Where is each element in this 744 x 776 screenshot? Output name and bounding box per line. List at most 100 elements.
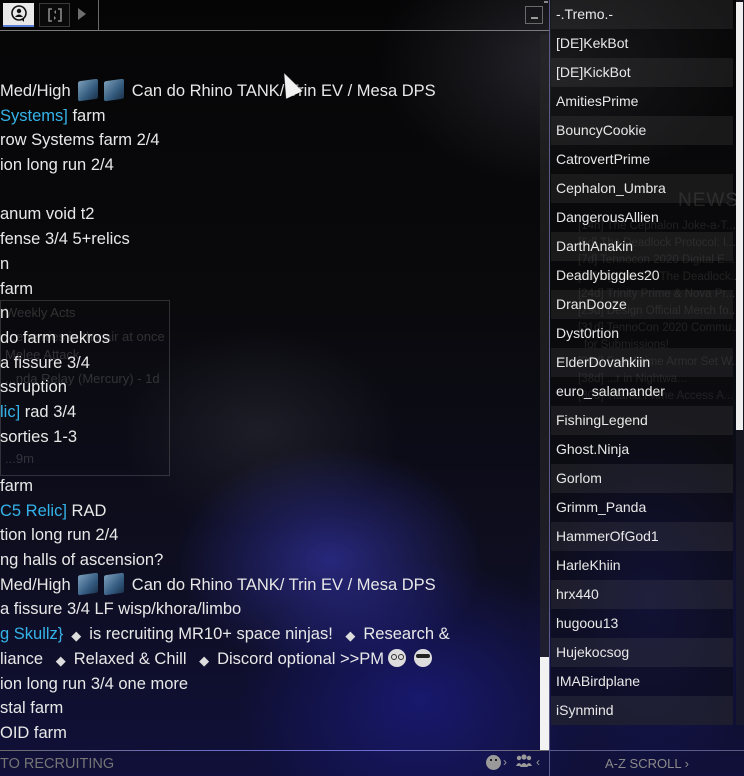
message-text: farm xyxy=(0,279,33,298)
message-text: OID farm xyxy=(0,723,67,742)
chat-message: ion long run 2/4 xyxy=(0,153,540,178)
tabs-scroll-right-icon[interactable] xyxy=(78,8,86,20)
chat-tab-bar xyxy=(0,0,549,31)
chat-message: tion long run 2/4 xyxy=(0,523,540,548)
message-text: farm xyxy=(67,106,106,125)
clan-emblem-icon: ◆ xyxy=(345,628,356,644)
player-list-item[interactable]: HarleKhiin xyxy=(551,551,733,580)
player-list-item[interactable]: DarthAnakin xyxy=(551,232,733,261)
chat-scrollbar[interactable] xyxy=(540,34,549,750)
player-list-item[interactable]: Hujekocsog xyxy=(551,638,733,667)
chat-message: row Systems farm 2/4 xyxy=(0,128,540,153)
player-list-item[interactable]: euro_salamander xyxy=(551,377,733,406)
chat-message: n xyxy=(0,301,540,326)
message-text: Med/High xyxy=(0,575,76,594)
player-list-item[interactable]: Gorlom xyxy=(551,464,733,493)
message-text: a fissure 3/4 xyxy=(0,353,90,372)
player-list-item[interactable]: BouncyCookie xyxy=(551,116,733,145)
message-text: anum void t2 xyxy=(0,205,95,224)
message-text: is recruiting MR10+ space ninjas! xyxy=(89,625,338,644)
chat-message: Med/High Can do Rhino TANK/ Trin EV / Me… xyxy=(0,572,540,598)
chat-input[interactable] xyxy=(0,752,470,776)
mastery-rank-icon xyxy=(104,572,125,596)
item-link[interactable]: Systems] xyxy=(0,107,68,125)
player-list-item[interactable]: Grimm_Panda xyxy=(551,493,733,522)
player-list-item[interactable]: -.Tremo.- xyxy=(551,0,733,29)
player-list-item[interactable]: [DE]KekBot xyxy=(551,29,733,58)
player-list-item[interactable]: FishingLegend xyxy=(551,406,733,435)
chat-input-divider xyxy=(0,750,549,751)
group-icon[interactable] xyxy=(515,754,533,771)
player-list-item[interactable]: Dyst0rtion xyxy=(551,319,733,348)
message-text: Med/High xyxy=(0,82,76,100)
chat-message: a fissure 3/4 LF wisp/khora/limbo xyxy=(0,597,540,622)
chat-message: ng halls of ascension? xyxy=(0,548,540,573)
message-text: ssruption xyxy=(0,378,67,397)
player-list-scrollbar-thumb[interactable] xyxy=(736,2,743,430)
chat-message: anum void t2 xyxy=(0,202,540,227)
message-text: farm xyxy=(0,477,33,495)
message-text: row Systems farm 2/4 xyxy=(0,131,160,150)
message-text: sorties 1-3 xyxy=(0,427,78,446)
chat-message: fense 3/4 5+relics xyxy=(0,227,540,252)
resize-handle-icon[interactable] xyxy=(544,1,548,5)
clan-emblem-icon: ◆ xyxy=(199,652,210,668)
message-text: ng halls of ascension? xyxy=(0,551,164,570)
message-text: ion long run 3/4 one more xyxy=(0,674,189,693)
chat-message: liance ◆ Relaxed & Chill ◆ Discord optiona… xyxy=(0,647,540,672)
player-list-item[interactable]: ElderDovahkiin xyxy=(551,348,733,377)
chat-tab-active[interactable] xyxy=(3,3,34,27)
message-text: a fissure 3/4 LF wisp/khora/limbo xyxy=(0,600,242,619)
chat-message: sorties 1-3 xyxy=(0,425,540,450)
chat-message: farm xyxy=(0,277,540,302)
player-list-item[interactable]: [DE]KickBot xyxy=(551,58,733,87)
player-list-item[interactable]: AmitiesPrime xyxy=(551,87,733,116)
player-list-item[interactable]: Deadlybiggles20 xyxy=(551,261,733,290)
chat-message: Systems] farm xyxy=(0,104,540,129)
az-scroll-button[interactable]: A-Z SCROLL › xyxy=(550,752,744,776)
nerd-emoji-icon xyxy=(388,648,407,667)
bracket-arrows-icon xyxy=(47,8,62,22)
tab-separator xyxy=(98,0,99,31)
player-list-item[interactable]: hugoou13 xyxy=(551,609,733,638)
players-chevron-icon: ‹ xyxy=(536,755,540,769)
player-list-item[interactable]: HammerOfGod1 xyxy=(551,522,733,551)
message-text: n xyxy=(0,254,10,273)
emoji-chevron-icon: › xyxy=(503,755,507,769)
message-text: Research & xyxy=(363,625,450,644)
chat-scrollbar-thumb[interactable] xyxy=(540,657,549,750)
chat-message: lic] rad 3/4 xyxy=(0,400,540,425)
chat-message-list: Med/High Can do Rhino TANK/ Trin EV / Me… xyxy=(0,79,540,749)
chat-tab-swap[interactable] xyxy=(39,3,70,27)
player-list-item[interactable]: DangerousAllien xyxy=(551,203,733,232)
player-list-item[interactable]: Ghost.Ninja xyxy=(551,435,733,464)
player-list-item[interactable]: DranDooze xyxy=(551,290,733,319)
mastery-rank-icon xyxy=(78,79,99,102)
chat-message xyxy=(0,178,540,203)
item-link[interactable]: lic] xyxy=(0,403,20,421)
player-list-item[interactable]: CatrovertPrime xyxy=(551,145,733,174)
emoji-picker-button[interactable] xyxy=(486,755,501,770)
chat-message: farm xyxy=(0,474,540,499)
chat-message: Med/High Can do Rhino TANK/ Trin EV / Me… xyxy=(0,79,540,104)
chat-message: C5 Relic] RAD xyxy=(0,499,540,524)
chat-message xyxy=(0,449,540,474)
item-link[interactable]: C5 Relic] xyxy=(0,502,67,520)
chat-message: stal farm xyxy=(0,696,540,721)
chat-message: ion long run 3/4 one more xyxy=(0,672,540,697)
chat-message: ssruption xyxy=(0,375,540,400)
message-text: Can do Rhino TANK/ Trin EV / Mesa DPS xyxy=(127,575,436,594)
message-text: n xyxy=(0,304,10,323)
minimize-button[interactable] xyxy=(525,6,543,24)
item-link[interactable]: g Skullz} xyxy=(0,625,63,643)
clan-emblem-icon: ◆ xyxy=(55,652,66,668)
chat-message: OID farm xyxy=(0,721,540,746)
player-list-item[interactable]: IMABirdplane xyxy=(551,667,733,696)
player-list-item[interactable]: hrx440 xyxy=(551,580,733,609)
message-text: tion long run 2/4 xyxy=(0,526,119,545)
player-list-item[interactable]: Cephalon_Umbra xyxy=(551,174,733,203)
mastery-rank-icon xyxy=(78,572,99,596)
sunglasses-emoji-icon xyxy=(414,648,433,667)
player-list-item[interactable]: iSynmind xyxy=(551,696,733,725)
chat-message: n xyxy=(0,252,540,277)
